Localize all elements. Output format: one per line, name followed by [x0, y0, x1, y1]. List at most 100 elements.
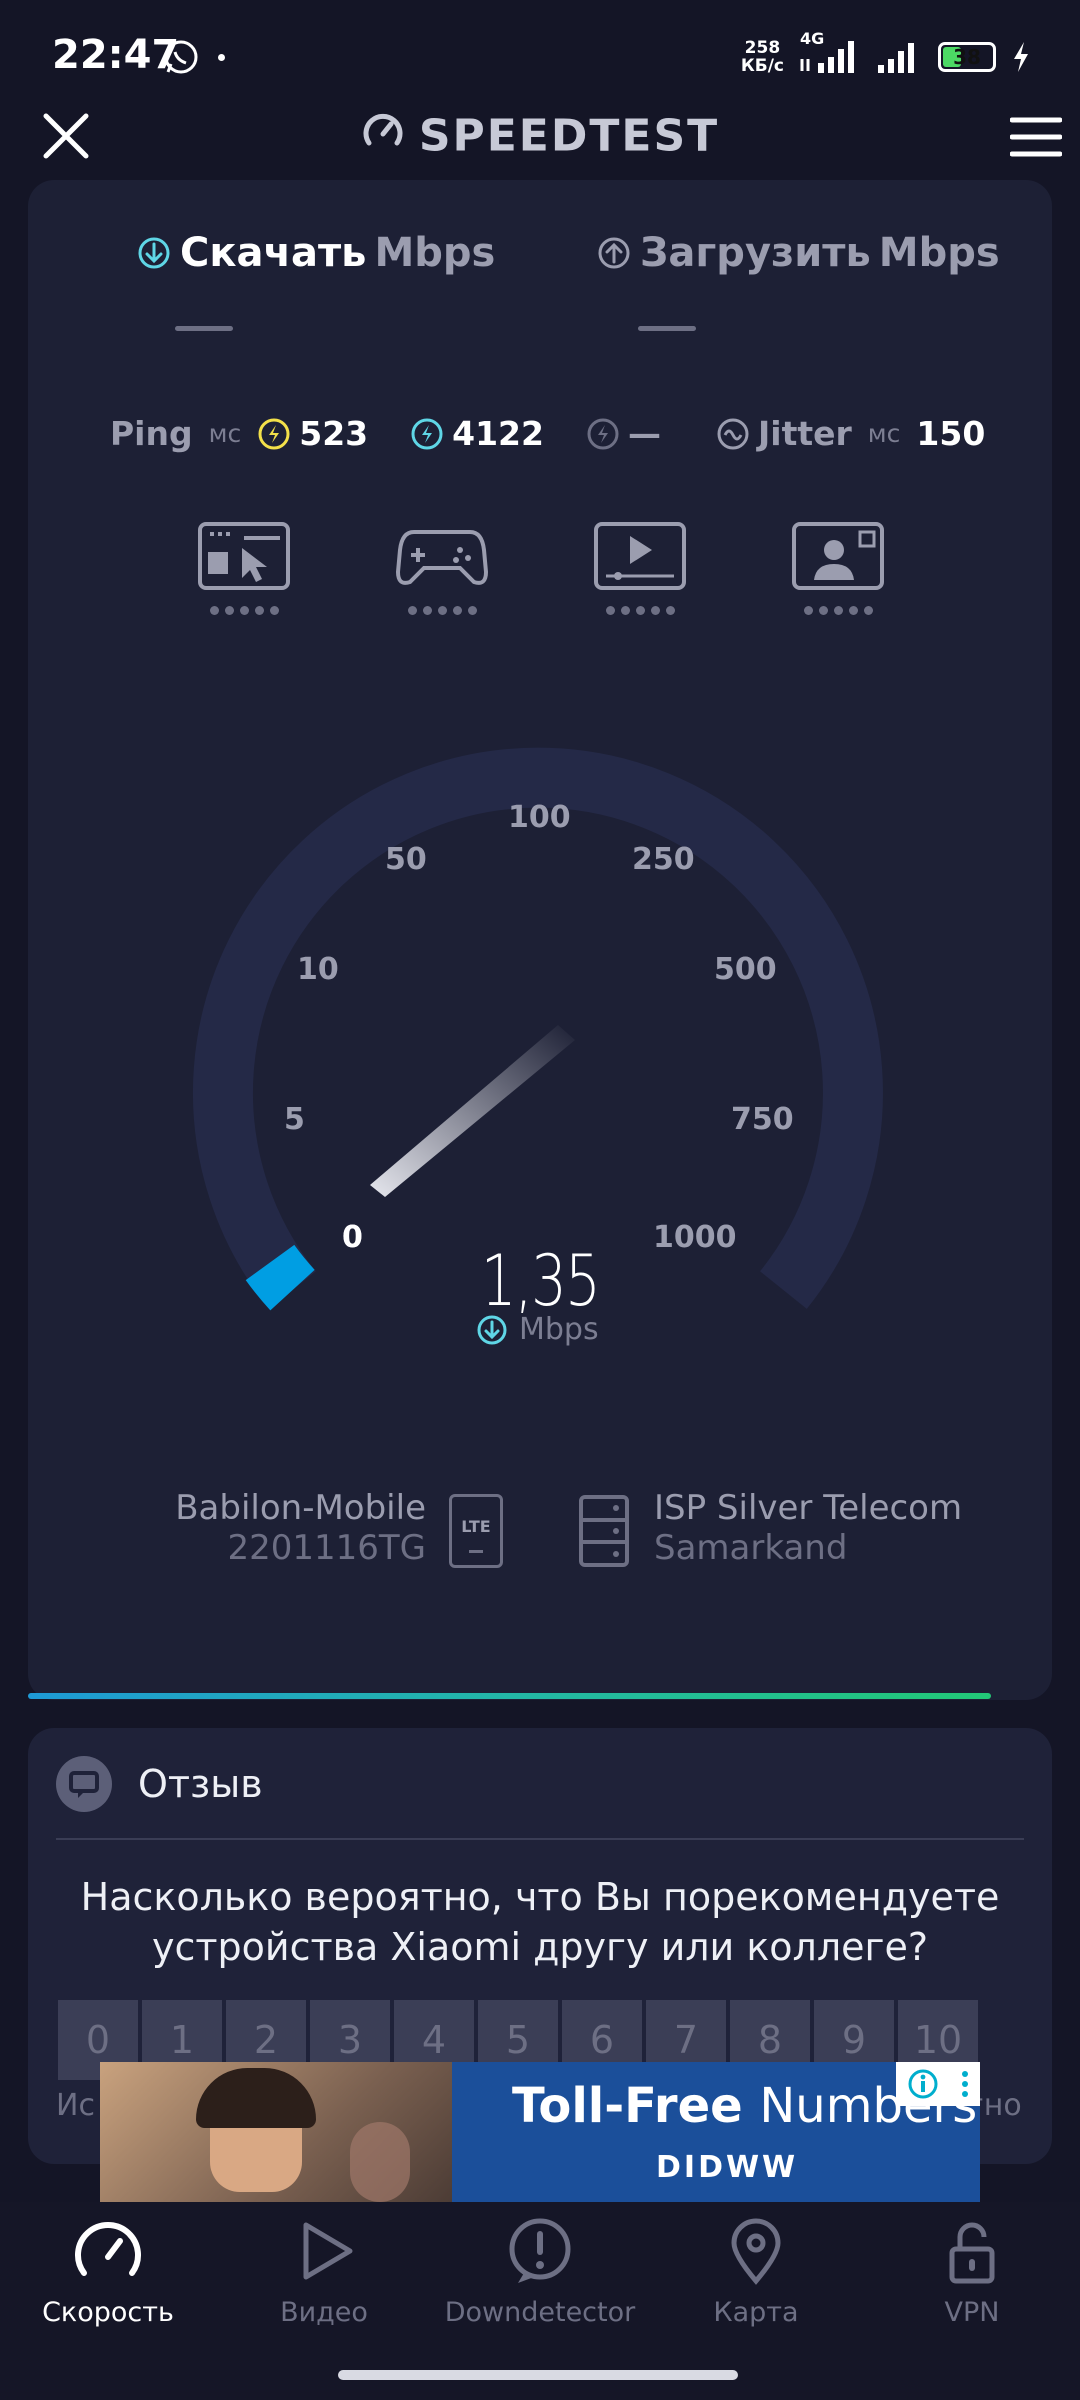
server-icon [578, 1494, 630, 1572]
ad-title-bold: Toll-Free [512, 2078, 743, 2134]
jitter-unit: мс [867, 419, 901, 448]
gauge-tick-1000: 1000 [653, 1220, 737, 1255]
device-model: 2201116TG [227, 1528, 426, 1568]
battery-icon: 38 [938, 42, 996, 72]
net-speed-value: 258 [744, 38, 781, 58]
tab-upload-unit: Mbps [878, 230, 1000, 276]
ping-metric: Ping мс 523 4122 — [110, 414, 661, 453]
jitter-label: Jitter [758, 414, 852, 453]
feedback-question: Насколько вероятно, что Вы порекомендует… [60, 1872, 1020, 1972]
net-speed-unit: КБ/с [740, 56, 784, 76]
isp-name: ISP Silver Telecom [654, 1488, 963, 1528]
network-type: 4G [800, 29, 825, 48]
ping-unit: мс [208, 419, 242, 448]
current-speed: 1,35 [480, 1240, 601, 1322]
upload-arrow-icon [598, 237, 630, 269]
tab-download-label: Скачать [180, 230, 367, 276]
lte-label: LTE [461, 1517, 491, 1536]
nav-downdetector[interactable]: Downdetector [432, 2215, 648, 2328]
ping-idle-icon [258, 418, 290, 449]
page-title: SPEEDTEST [0, 108, 1080, 164]
charging-icon [1014, 42, 1028, 72]
more-options-icon [961, 2071, 968, 2097]
gaming-quality[interactable] [394, 520, 490, 615]
gauge-tick-5: 5 [284, 1102, 305, 1137]
jitter-icon [717, 418, 749, 449]
video-player-icon [594, 522, 686, 590]
nav-downdetector-label: Downdetector [444, 2297, 636, 2328]
gauge-tick-0-active: 0 [342, 1220, 363, 1255]
test-progress-bar [28, 1693, 991, 1699]
tab-download[interactable]: Скачать Mbps [136, 230, 495, 276]
video-call-quality[interactable] [790, 520, 886, 615]
ad-brand: DIDWW [656, 2150, 799, 2185]
feedback-divider [56, 1838, 1024, 1840]
jitter-value: 150 [916, 414, 986, 453]
nav-vpn-label: VPN [944, 2297, 1000, 2328]
alert-icon [509, 2218, 571, 2283]
nav-speed[interactable]: Скорость [0, 2215, 216, 2328]
nav-vpn[interactable]: VPN [864, 2215, 1080, 2328]
browsing-quality[interactable] [196, 520, 292, 615]
current-speed-unit: Mbps [475, 1312, 599, 1347]
signal-4g-icon: 4G [798, 29, 860, 77]
gauge-tick-250: 250 [632, 842, 695, 877]
lte-phone-icon: LTE [449, 1494, 503, 1568]
ping-download-value: 4122 [452, 414, 544, 453]
speed-unit-label: Mbps [519, 1312, 599, 1347]
whatsapp-icon [162, 38, 200, 80]
menu-button[interactable] [1009, 116, 1063, 158]
provider-info[interactable]: Babilon-Mobile 2201116TG [60, 1488, 426, 1568]
nav-speed-label: Скорость [42, 2297, 174, 2328]
server-city: Samarkand [654, 1528, 848, 1568]
nav-video[interactable]: Видео [216, 2215, 432, 2328]
tab-upload-label: Загрузить [640, 230, 871, 276]
download-arrow-icon [477, 1315, 507, 1344]
app-title: SPEEDTEST [418, 110, 720, 162]
ping-download-icon [411, 418, 443, 449]
status-right: 258 КБ/с 4G 38 [741, 29, 1032, 82]
browser-cursor-icon [198, 522, 290, 590]
nav-map[interactable]: Карта [648, 2215, 864, 2328]
tab-upload[interactable]: Загрузить Mbps [596, 230, 1000, 276]
map-pin-icon [731, 2218, 781, 2285]
ping-value: 523 [299, 414, 369, 453]
gauge-tick-10: 10 [297, 952, 339, 987]
jitter-metric: Jitter мс 150 [716, 414, 985, 453]
ad-photo [100, 2062, 452, 2202]
speedometer-logo-icon [361, 109, 405, 164]
ad-choices[interactable] [896, 2062, 980, 2106]
download-value-placeholder [175, 326, 233, 331]
video-call-icon [792, 522, 884, 590]
unlock-icon [949, 2222, 995, 2284]
notification-dot-icon [218, 54, 225, 61]
nps-left-hint: Ис [56, 2088, 95, 2123]
feedback-title: Отзыв [138, 1762, 263, 1806]
gauge-tick-50: 50 [385, 842, 427, 877]
feedback-question-line1: Насколько вероятно, что Вы порекомендует… [80, 1875, 1000, 1919]
isp-info[interactable]: ISP Silver Telecom Samarkand [654, 1488, 962, 1568]
gauge-needle [370, 1025, 575, 1197]
feedback-icon [56, 1756, 112, 1812]
signal-icon [878, 43, 914, 73]
download-arrow-icon [138, 237, 170, 269]
video-quality[interactable] [592, 520, 688, 615]
home-indicator[interactable] [338, 2370, 738, 2380]
play-icon [303, 2222, 353, 2280]
hamburger-menu-icon [1009, 117, 1063, 157]
provider-name: Babilon-Mobile [175, 1488, 426, 1528]
gauge-tick-100: 100 [508, 800, 571, 835]
gauge-progress [245, 1244, 315, 1311]
info-icon [908, 2069, 937, 2099]
ad-banner[interactable]: Toll-Free Numbers DIDWW [100, 2062, 980, 2202]
nav-map-label: Карта [713, 2297, 799, 2328]
ping-upload-icon [587, 418, 619, 449]
speedometer-icon [75, 2222, 141, 2276]
ping-label: Ping [110, 414, 193, 453]
battery-level: 38 [953, 45, 981, 69]
feedback-question-line2: устройства Xiaomi другу или коллеге? [152, 1925, 928, 1969]
tab-download-unit: Mbps [374, 230, 496, 276]
status-time: 22:47 [52, 32, 180, 78]
net-speed: 258 КБ/с [741, 39, 784, 75]
upload-value-placeholder [638, 326, 696, 331]
